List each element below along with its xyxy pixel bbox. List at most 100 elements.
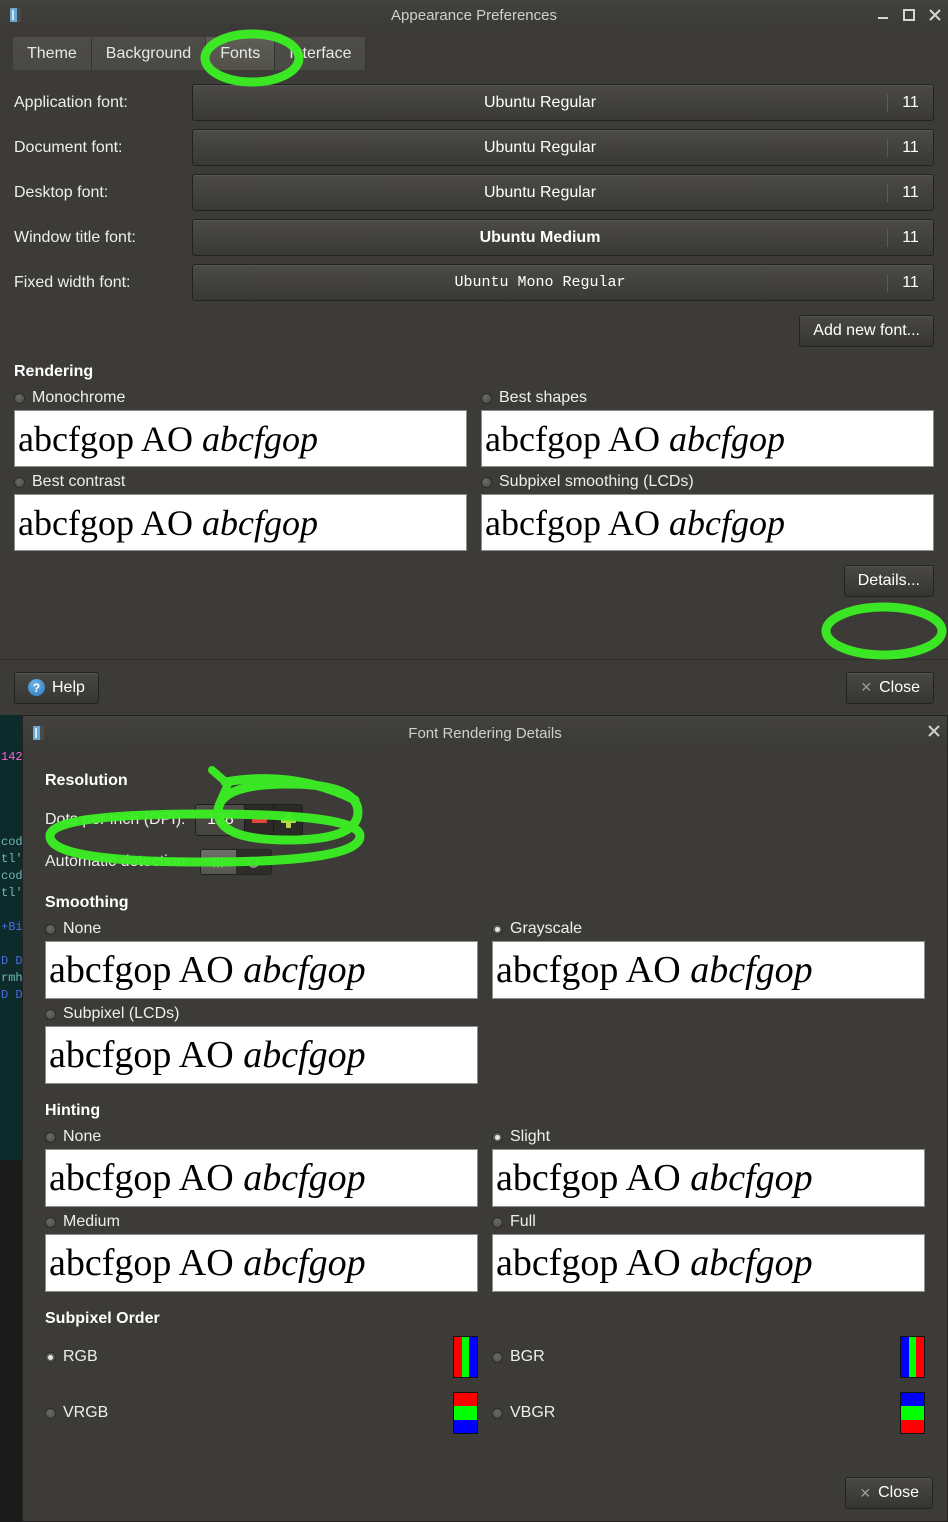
smoothing-option-subpixel[interactable]: Subpixel (LCDs) abcfgop AO abcfgop bbox=[45, 1005, 478, 1084]
subpixel-option-vbgr[interactable]: VBGR bbox=[492, 1392, 925, 1434]
resolution-heading: Resolution bbox=[45, 772, 128, 789]
fixed-width-font-button[interactable]: Ubuntu Mono Regular 11 bbox=[192, 264, 934, 301]
window-title-font-button[interactable]: Ubuntu Medium 11 bbox=[192, 219, 934, 256]
preview-text: abcfgop AO bbox=[496, 949, 691, 991]
font-row-label: Document font: bbox=[14, 138, 123, 156]
rendering-option-best-contrast[interactable]: Best contrast abcfgop AO abcfgop bbox=[14, 473, 467, 551]
dpi-value[interactable]: 128 bbox=[196, 805, 245, 835]
font-row-label: Window title font: bbox=[14, 228, 136, 246]
radio-icon[interactable] bbox=[45, 1008, 56, 1020]
radio-icon[interactable] bbox=[481, 476, 492, 488]
hinting-option-full[interactable]: Full abcfgop AO abcfgop bbox=[492, 1213, 925, 1292]
add-new-font-button[interactable]: Add new font... bbox=[799, 315, 934, 347]
radio-icon[interactable] bbox=[45, 923, 56, 935]
radio-icon[interactable] bbox=[492, 923, 503, 935]
radio-icon[interactable] bbox=[14, 476, 25, 488]
dpi-spinner[interactable]: 128 bbox=[195, 804, 304, 836]
preview-text-italic: abcfgop bbox=[668, 502, 785, 543]
preview-text-italic: abcfgop bbox=[690, 1242, 813, 1284]
radio-icon[interactable] bbox=[492, 1216, 503, 1228]
option-label: Best contrast bbox=[32, 473, 126, 490]
dpi-increment-button[interactable] bbox=[273, 805, 303, 835]
option-label: Subpixel (LCDs) bbox=[63, 1005, 180, 1022]
radio-icon[interactable] bbox=[14, 392, 25, 404]
font-size: 11 bbox=[887, 183, 933, 202]
bgr-swatch-icon bbox=[900, 1336, 925, 1378]
maximize-icon[interactable] bbox=[898, 4, 920, 26]
document-font-button[interactable]: Ubuntu Regular 11 bbox=[192, 129, 934, 166]
tab-label: Background bbox=[105, 44, 192, 62]
appearance-titlebar: Appearance Preferences bbox=[0, 0, 948, 30]
subpixel-order-options: RGB BGR VRGB VBGR bbox=[45, 1336, 925, 1434]
subpixel-option-rgb[interactable]: RGB bbox=[45, 1336, 478, 1378]
vbgr-swatch-icon bbox=[900, 1392, 925, 1434]
window-title: Font Rendering Details bbox=[408, 724, 562, 742]
rendering-preview-best-contrast: abcfgop AO abcfgop bbox=[14, 494, 467, 551]
tab-background[interactable]: Background bbox=[91, 37, 207, 70]
option-label: BGR bbox=[510, 1348, 545, 1365]
preview-text-italic: abcfgop bbox=[243, 1034, 366, 1076]
font-name: Ubuntu Regular bbox=[483, 138, 597, 156]
close-button[interactable]: ✕ Close bbox=[846, 671, 934, 704]
help-button[interactable]: ? Help bbox=[14, 671, 99, 704]
subpixel-option-bgr[interactable]: BGR bbox=[492, 1336, 925, 1378]
preview-text-italic: abcfgop bbox=[243, 1157, 366, 1199]
fonts-panel: Application font: Ubuntu Regular 11 Docu… bbox=[0, 70, 948, 597]
close-x-icon: ✕ bbox=[860, 679, 873, 695]
radio-icon[interactable] bbox=[492, 1351, 503, 1363]
subpixel-option-vrgb[interactable]: VRGB bbox=[45, 1392, 478, 1434]
automatic-detection-label: Automatic detection: bbox=[45, 853, 190, 870]
details-button[interactable]: Details... bbox=[843, 565, 934, 597]
rendering-option-best-shapes[interactable]: Best shapes abcfgop AO abcfgop bbox=[481, 389, 934, 467]
radio-icon[interactable] bbox=[45, 1131, 56, 1143]
tab-theme[interactable]: Theme bbox=[13, 37, 92, 70]
option-label: Medium bbox=[63, 1213, 120, 1230]
tab-bar: Theme Background Fonts Interface bbox=[0, 30, 948, 70]
hinting-options: None abcfgop AO abcfgop Slight abcfgop A… bbox=[45, 1128, 925, 1298]
radio-icon[interactable] bbox=[492, 1407, 503, 1419]
details-row: Details... bbox=[14, 557, 934, 597]
hinting-option-none[interactable]: None abcfgop AO abcfgop bbox=[45, 1128, 478, 1207]
rendering-option-subpixel-smoothing[interactable]: Subpixel smoothing (LCDs) abcfgop AO abc… bbox=[481, 473, 934, 551]
font-row-label: Desktop font: bbox=[14, 183, 109, 201]
rendering-preview-subpixel-smoothing: abcfgop AO abcfgop bbox=[481, 494, 934, 551]
close-icon[interactable] bbox=[924, 4, 946, 26]
radio-icon[interactable] bbox=[45, 1407, 56, 1419]
rgb-swatch-icon bbox=[453, 1336, 478, 1378]
details-panel: Resolution Dots per inch (DPI): 128 Auto… bbox=[23, 750, 947, 1434]
preview-text: abcfgop AO bbox=[485, 418, 669, 459]
option-label: Monochrome bbox=[32, 389, 126, 406]
dpi-decrement-button[interactable] bbox=[244, 805, 274, 835]
option-label: Full bbox=[510, 1213, 536, 1230]
radio-icon[interactable] bbox=[45, 1216, 56, 1228]
automatic-detection-toggle[interactable]: ||| bbox=[199, 849, 272, 875]
radio-icon[interactable] bbox=[481, 392, 492, 404]
rendering-options: Monochrome abcfgop AO abcfgop Best shape… bbox=[14, 389, 934, 557]
font-row-document: Document font: Ubuntu Regular 11 bbox=[14, 125, 934, 170]
font-name: Ubuntu Mono Regular bbox=[454, 274, 626, 291]
desktop-font-button[interactable]: Ubuntu Regular 11 bbox=[192, 174, 934, 211]
preview-text: abcfgop AO bbox=[18, 502, 202, 543]
preview-text: abcfgop AO bbox=[49, 1242, 244, 1284]
radio-icon[interactable] bbox=[492, 1131, 503, 1143]
smoothing-option-none[interactable]: None abcfgop AO abcfgop bbox=[45, 920, 478, 999]
close-icon[interactable] bbox=[923, 720, 945, 742]
minimize-icon[interactable] bbox=[872, 4, 894, 26]
option-label: Subpixel smoothing (LCDs) bbox=[499, 473, 694, 490]
hinting-option-slight[interactable]: Slight abcfgop AO abcfgop bbox=[492, 1128, 925, 1207]
preview-text-italic: abcfgop bbox=[690, 949, 813, 991]
smoothing-preview-subpixel: abcfgop AO abcfgop bbox=[45, 1026, 478, 1084]
font-name: Ubuntu Regular bbox=[483, 183, 597, 201]
details-titlebar: Font Rendering Details bbox=[23, 716, 947, 750]
preview-text-italic: abcfgop bbox=[201, 418, 318, 459]
smoothing-option-grayscale[interactable]: Grayscale abcfgop AO abcfgop bbox=[492, 920, 925, 999]
hinting-option-medium[interactable]: Medium abcfgop AO abcfgop bbox=[45, 1213, 478, 1292]
tab-fonts[interactable]: Fonts bbox=[206, 37, 276, 70]
tab-interface[interactable]: Interface bbox=[275, 37, 367, 70]
smoothing-heading: Smoothing bbox=[45, 894, 129, 911]
details-close-button[interactable]: ✕ Close bbox=[845, 1477, 933, 1509]
rendering-option-monochrome[interactable]: Monochrome abcfgop AO abcfgop bbox=[14, 389, 467, 467]
radio-icon[interactable] bbox=[45, 1351, 56, 1363]
hinting-preview-medium: abcfgop AO abcfgop bbox=[45, 1234, 478, 1292]
application-font-button[interactable]: Ubuntu Regular 11 bbox=[192, 84, 934, 121]
